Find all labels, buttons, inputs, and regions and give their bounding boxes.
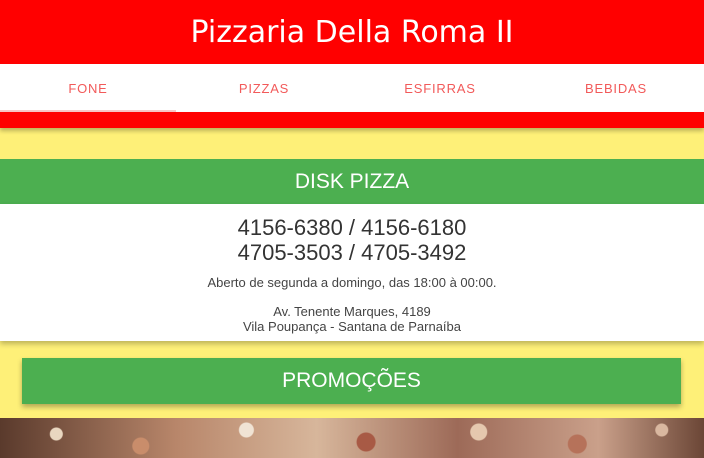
address-line-2: Vila Poupança - Santana de Parnaíba — [242, 319, 462, 334]
disk-pizza-title: DISK PIZZA — [294, 169, 410, 193]
opening-hours: Aberto de segunda a domingo, das 18:00 à… — [207, 275, 497, 290]
pizza-photo — [0, 418, 704, 458]
disk-pizza-header: DISK PIZZA — [0, 159, 704, 204]
tab-esfirras[interactable]: ESFIRRAS — [352, 64, 528, 112]
phone-numbers-line-2[interactable]: 4705-3503 / 4705-3492 — [0, 240, 704, 265]
tab-esfirras-label: ESFIRRAS — [404, 80, 476, 96]
promotions-label: PROMOÇÕES — [282, 369, 421, 392]
address-line-1: Av. Tenente Marques, 4189 — [273, 304, 431, 319]
page-title: Pizzaria Della Roma II — [190, 14, 514, 50]
header-divider-bar — [0, 112, 704, 128]
address: Av. Tenente Marques, 4189 Vila Poupança … — [0, 304, 704, 334]
tab-fone[interactable]: FONE — [0, 64, 176, 112]
phone-numbers-line-1[interactable]: 4156-6380 / 4156-6180 — [0, 215, 704, 240]
tab-bebidas[interactable]: BEBIDAS — [528, 64, 704, 112]
app-header: Pizzaria Della Roma II — [0, 0, 704, 64]
tab-bebidas-label: BEBIDAS — [585, 80, 647, 96]
tab-bar: FONE PIZZAS ESFIRRAS BEBIDAS — [0, 64, 704, 112]
contact-info-card: 4156-6380 / 4156-6180 4705-3503 / 4705-3… — [0, 204, 704, 341]
tab-pizzas-label: PIZZAS — [238, 80, 290, 96]
tab-fone-label: FONE — [68, 80, 108, 96]
tab-pizzas[interactable]: PIZZAS — [176, 64, 352, 112]
promotions-button[interactable]: PROMOÇÕES — [22, 358, 681, 404]
